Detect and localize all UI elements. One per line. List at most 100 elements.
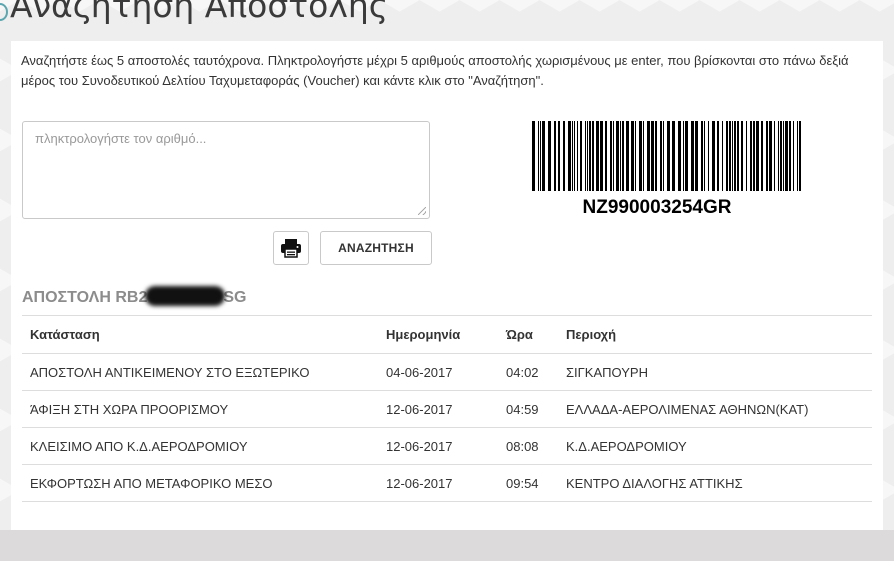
date-cell: 12-06-2017 xyxy=(378,427,498,465)
barcode-bar xyxy=(663,121,664,191)
barcode-bar xyxy=(789,121,791,191)
barcode-bar xyxy=(532,121,535,191)
barcode: NZ990003254GR xyxy=(532,121,802,219)
barcode-bar xyxy=(568,121,571,191)
shipment-heading-suffix: SG xyxy=(223,289,247,306)
barcode-bar xyxy=(704,121,705,191)
barcode-bar xyxy=(538,121,539,191)
barcode-bar xyxy=(631,121,634,191)
barcode-bar xyxy=(605,121,607,191)
barcode-bar xyxy=(685,121,688,191)
barcode-bar xyxy=(778,121,779,191)
barcode-bar xyxy=(753,121,755,191)
table-row: ΆΦΙΞΗ ΣΤΗ ΧΩΡΑ ΠΡΟΟΡΙΣΜΟΥ 12-06-2017 04:… xyxy=(22,390,872,428)
shipment-heading: ΑΠΟΣΤΟΛΗ RB2 SG xyxy=(22,286,246,307)
table-row: ΕΚΦΟΡΤΩΣΗ ΑΠΟ ΜΕΤΑΦΟΡΙΚΟ ΜΕΣΟ 12-06-2017… xyxy=(22,464,872,502)
barcode-bar xyxy=(741,121,743,191)
barcode-bar xyxy=(783,121,784,191)
barcode-bar xyxy=(651,121,654,191)
date-cell: 04-06-2017 xyxy=(378,353,498,391)
column-header-date: Ημερομηνία xyxy=(378,315,498,354)
search-panel: Αναζητήστε έως 5 αποστολές ταυτόχρονα. Π… xyxy=(11,41,883,530)
barcode-bar xyxy=(585,121,586,191)
area-cell: ΕΛΛΑΔΑ-ΑΕΡΟΛΙΜΕΝΑΣ ΑΘΗΝΩΝ(ΚΑΤ) xyxy=(558,390,872,428)
status-cell: ΕΚΦΟΡΤΩΣΗ ΑΠΟ ΜΕΤΑΦΟΡΙΚΟ ΜΕΣΟ xyxy=(22,464,378,502)
print-icon xyxy=(281,239,301,258)
barcode-bar xyxy=(737,121,739,191)
column-header-time: Ώρα xyxy=(498,315,558,354)
barcode-bar xyxy=(766,121,768,191)
barcode-bar xyxy=(563,121,565,191)
tracking-status-table: Κατάσταση Ημερομηνία Ώρα Περιοχή ΑΠΟΣΤΟΛ… xyxy=(22,315,872,502)
barcode-bar xyxy=(655,121,657,191)
barcode-bar xyxy=(667,121,670,191)
barcode-bar xyxy=(746,121,747,191)
table-row: ΚΛΕΙΣΙΜΟ ΑΠΟ Κ.Δ.ΑΕΡΟΔΡΟΜΙΟΥ 12-06-2017 … xyxy=(22,427,872,465)
barcode-bar xyxy=(587,121,588,191)
barcode-bar xyxy=(695,121,698,191)
barcode-bar xyxy=(701,121,703,191)
barcode-bar xyxy=(647,121,650,191)
time-cell: 04:02 xyxy=(498,353,558,391)
time-cell: 09:54 xyxy=(498,464,558,502)
footer-band xyxy=(0,530,894,561)
barcode-bar xyxy=(785,121,788,191)
barcode-bar xyxy=(596,121,599,191)
barcode-bar xyxy=(726,121,728,191)
time-cell: 04:59 xyxy=(498,390,558,428)
barcode-bar xyxy=(592,121,594,191)
barcode-bar xyxy=(769,121,772,191)
barcode-bar xyxy=(799,121,801,191)
barcode-bar xyxy=(620,121,621,191)
area-cell: ΚΕΝΤΡΟ ΔΙΑΛΟΓΗΣ ΑΤΤΙΚΗΣ xyxy=(558,464,872,502)
barcode-bar xyxy=(750,121,752,191)
barcode-bar xyxy=(554,121,556,191)
column-header-status: Κατάσταση xyxy=(22,315,378,354)
instructions-text: Αναζητήστε έως 5 αποστολές ταυτόχρονα. Π… xyxy=(21,53,849,88)
search-button[interactable]: ΑΝΑΖΗΤΗΣΗ xyxy=(320,231,432,265)
column-header-area: Περιοχή xyxy=(558,315,872,354)
barcode-bar xyxy=(622,121,624,191)
barcode-bar xyxy=(734,121,736,191)
barcode-bar xyxy=(774,121,775,191)
table-row: ΑΠΟΣΤΟΛΗ ΑΝΤΙΚΕΙΜΕΝΟΥ ΣΤΟ ΕΞΩΤΕΡΙΚΟ 04-0… xyxy=(22,353,872,391)
area-cell: Κ.Δ.ΑΕΡΟΔΡΟΜΙΟΥ xyxy=(558,427,872,465)
barcode-bar xyxy=(613,121,614,191)
resize-handle-icon[interactable] xyxy=(418,207,426,215)
barcode-bar xyxy=(793,121,794,191)
barcode-bar xyxy=(660,121,662,191)
barcode-bar xyxy=(580,121,582,191)
date-cell: 12-06-2017 xyxy=(378,464,498,502)
barcode-bar xyxy=(626,121,629,191)
table-header-row: Κατάσταση Ημερομηνία Ώρα Περιοχή xyxy=(22,315,872,354)
barcode-bar xyxy=(761,121,763,191)
barcode-bar xyxy=(600,121,603,191)
barcode-bar xyxy=(732,121,733,191)
barcode-bar xyxy=(729,121,731,191)
barcode-image xyxy=(532,121,801,191)
time-cell: 08:08 xyxy=(498,427,558,465)
barcode-bar xyxy=(558,121,560,191)
status-cell: ΑΠΟΣΤΟΛΗ ΑΝΤΙΚΕΙΜΕΝΟΥ ΣΤΟ ΕΞΩΤΕΡΙΚΟ xyxy=(22,353,378,391)
barcode-bar xyxy=(708,121,709,191)
barcode-bar xyxy=(672,121,675,191)
print-button[interactable] xyxy=(273,231,309,265)
barcode-bar xyxy=(635,121,636,191)
barcode-bar xyxy=(756,121,759,191)
barcode-bar xyxy=(610,121,612,191)
barcode-bar xyxy=(678,121,681,191)
page-title: Αναζήτηση Αποστολής xyxy=(10,0,389,25)
barcode-bar xyxy=(639,121,642,191)
barcode-bar xyxy=(574,121,575,191)
shipment-heading-prefix: ΑΠΟΣΤΟΛΗ RB2 xyxy=(22,289,148,306)
status-cell: ΆΦΙΞΗ ΣΤΗ ΧΩΡΑ ΠΡΟΟΡΙΣΜΟΥ xyxy=(22,390,378,428)
tracking-number-textarea[interactable]: πληκτρολογήστε τον αριθμό... xyxy=(22,121,430,219)
barcode-bar xyxy=(542,121,545,191)
redaction-mark xyxy=(145,286,226,306)
barcode-bar xyxy=(780,121,782,191)
textarea-placeholder: πληκτρολογήστε τον αριθμό... xyxy=(35,131,207,146)
barcode-bar xyxy=(589,121,591,191)
area-cell: ΣΙΓΚΑΠΟΥΡΗ xyxy=(558,353,872,391)
barcode-number: NZ990003254GR xyxy=(582,197,732,218)
barcode-bar xyxy=(540,121,541,191)
